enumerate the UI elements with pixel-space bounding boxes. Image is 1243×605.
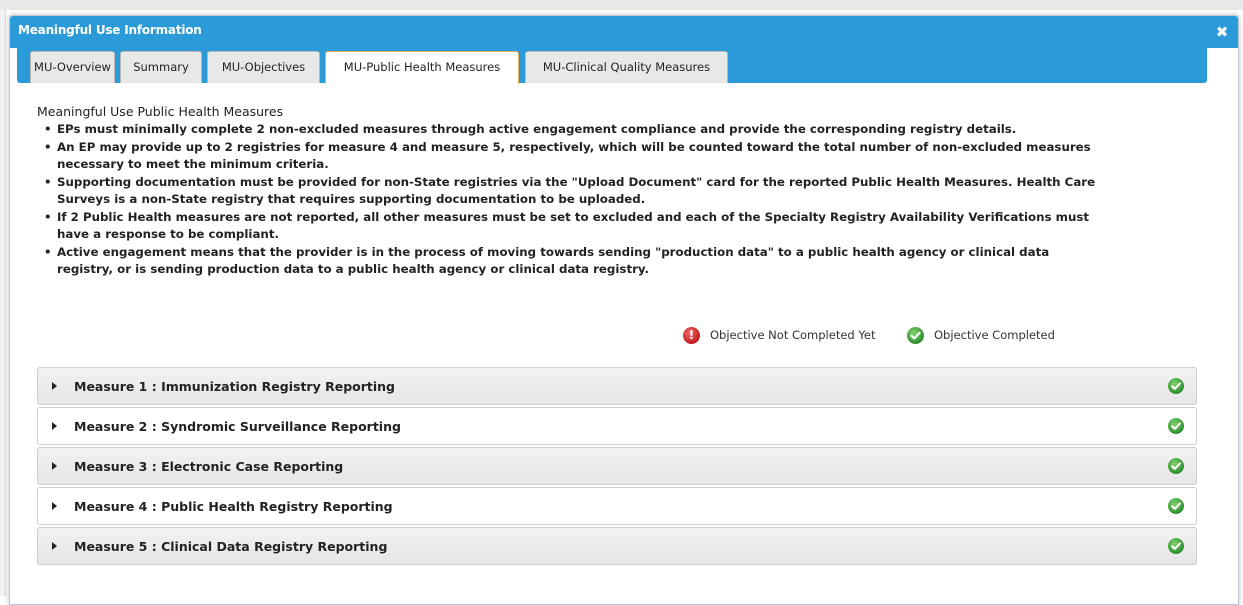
caret-right-icon	[52, 502, 57, 510]
check-circle-icon	[1168, 538, 1184, 554]
instruction-item: • An EP may provide up to 2 registries fo…	[44, 139, 1091, 172]
section-heading: Meaningful Use Public Health Measures	[37, 104, 284, 119]
instruction-line: registry, or is sending production data …	[57, 262, 649, 276]
check-circle-icon	[1168, 418, 1184, 434]
instruction-line: Supporting documentation must be provide…	[57, 174, 1096, 189]
tab-summary[interactable]: Summary	[120, 51, 202, 83]
caret-right-icon	[52, 422, 57, 430]
error-icon	[683, 327, 700, 344]
measure-4-header[interactable]: Measure 4 : Public Health Registry Repor…	[37, 487, 1197, 525]
instructions-list: • EPs must minimally complete 2 non-exclu…	[37, 121, 1197, 279]
instruction-line: EPs must minimally complete 2 non-exclud…	[57, 122, 1017, 136]
measure-title: Measure 5 : Clinical Data Registry Repor…	[74, 539, 388, 554]
instruction-line: An EP may provide up to 2 registries for…	[57, 139, 1091, 154]
tab-mu-clinical-quality-measures[interactable]: MU-Clinical Quality Measures	[525, 51, 728, 83]
measures-accordion: Measure 1 : Immunization Registry Report…	[37, 367, 1197, 567]
instruction-item: • EPs must minimally complete 2 non-exclu…	[44, 122, 1017, 136]
measure-2-header[interactable]: Measure 2 : Syndromic Surveillance Repor…	[37, 407, 1197, 445]
measure-1-header[interactable]: Measure 1 : Immunization Registry Report…	[37, 367, 1197, 405]
measure-5-header[interactable]: Measure 5 : Clinical Data Registry Repor…	[37, 527, 1197, 565]
check-circle-icon	[1168, 378, 1184, 394]
tab-mu-overview[interactable]: MU-Overview	[30, 51, 115, 83]
instruction-item: • If 2 Public Health measures are not rep…	[44, 209, 1090, 242]
measure-title: Measure 4 : Public Health Registry Repor…	[74, 499, 393, 514]
instruction-line: Active engagement means that the provide…	[57, 244, 1050, 259]
dialog-title: Meaningful Use Information	[18, 23, 202, 37]
background-strip	[0, 0, 1243, 10]
instruction-line: necessary to meet the minimum criteria.	[57, 157, 329, 171]
instruction-item: • Active engagement means that the provid…	[44, 244, 1050, 277]
check-circle-icon	[1168, 498, 1184, 514]
check-circle-icon	[907, 327, 924, 344]
tab-mu-public-health-measures[interactable]: MU-Public Health Measures	[325, 51, 519, 84]
check-circle-icon	[1168, 458, 1184, 474]
measure-title: Measure 2 : Syndromic Surveillance Repor…	[74, 419, 401, 434]
instruction-line: Surveys is a non-State registry that req…	[57, 192, 646, 206]
instruction-line: If 2 Public Health measures are not repo…	[57, 209, 1090, 224]
tab-bar: MU-Overview Summary MU-Objectives MU-Pub…	[17, 45, 1207, 84]
caret-right-icon	[52, 382, 57, 390]
legend-label: Objective Not Completed Yet	[710, 328, 876, 342]
instruction-item: • Supporting documentation must be provid…	[44, 174, 1096, 207]
measure-title: Measure 3 : Electronic Case Reporting	[74, 459, 344, 474]
background-edge	[0, 10, 6, 596]
caret-right-icon	[52, 462, 57, 470]
instruction-line: have a response to be compliant.	[57, 227, 279, 241]
caret-right-icon	[52, 542, 57, 550]
tab-mu-objectives[interactable]: MU-Objectives	[207, 51, 320, 83]
dialog-titlebar: Meaningful Use Information ✖	[10, 16, 1238, 48]
measure-title: Measure 1 : Immunization Registry Report…	[74, 379, 396, 394]
instructions-section: Meaningful Use Public Health Measures • E…	[37, 103, 1197, 279]
legend-label: Objective Completed	[934, 328, 1055, 342]
measure-3-header[interactable]: Measure 3 : Electronic Case Reporting	[37, 447, 1197, 485]
close-icon[interactable]: ✖	[1214, 24, 1230, 40]
